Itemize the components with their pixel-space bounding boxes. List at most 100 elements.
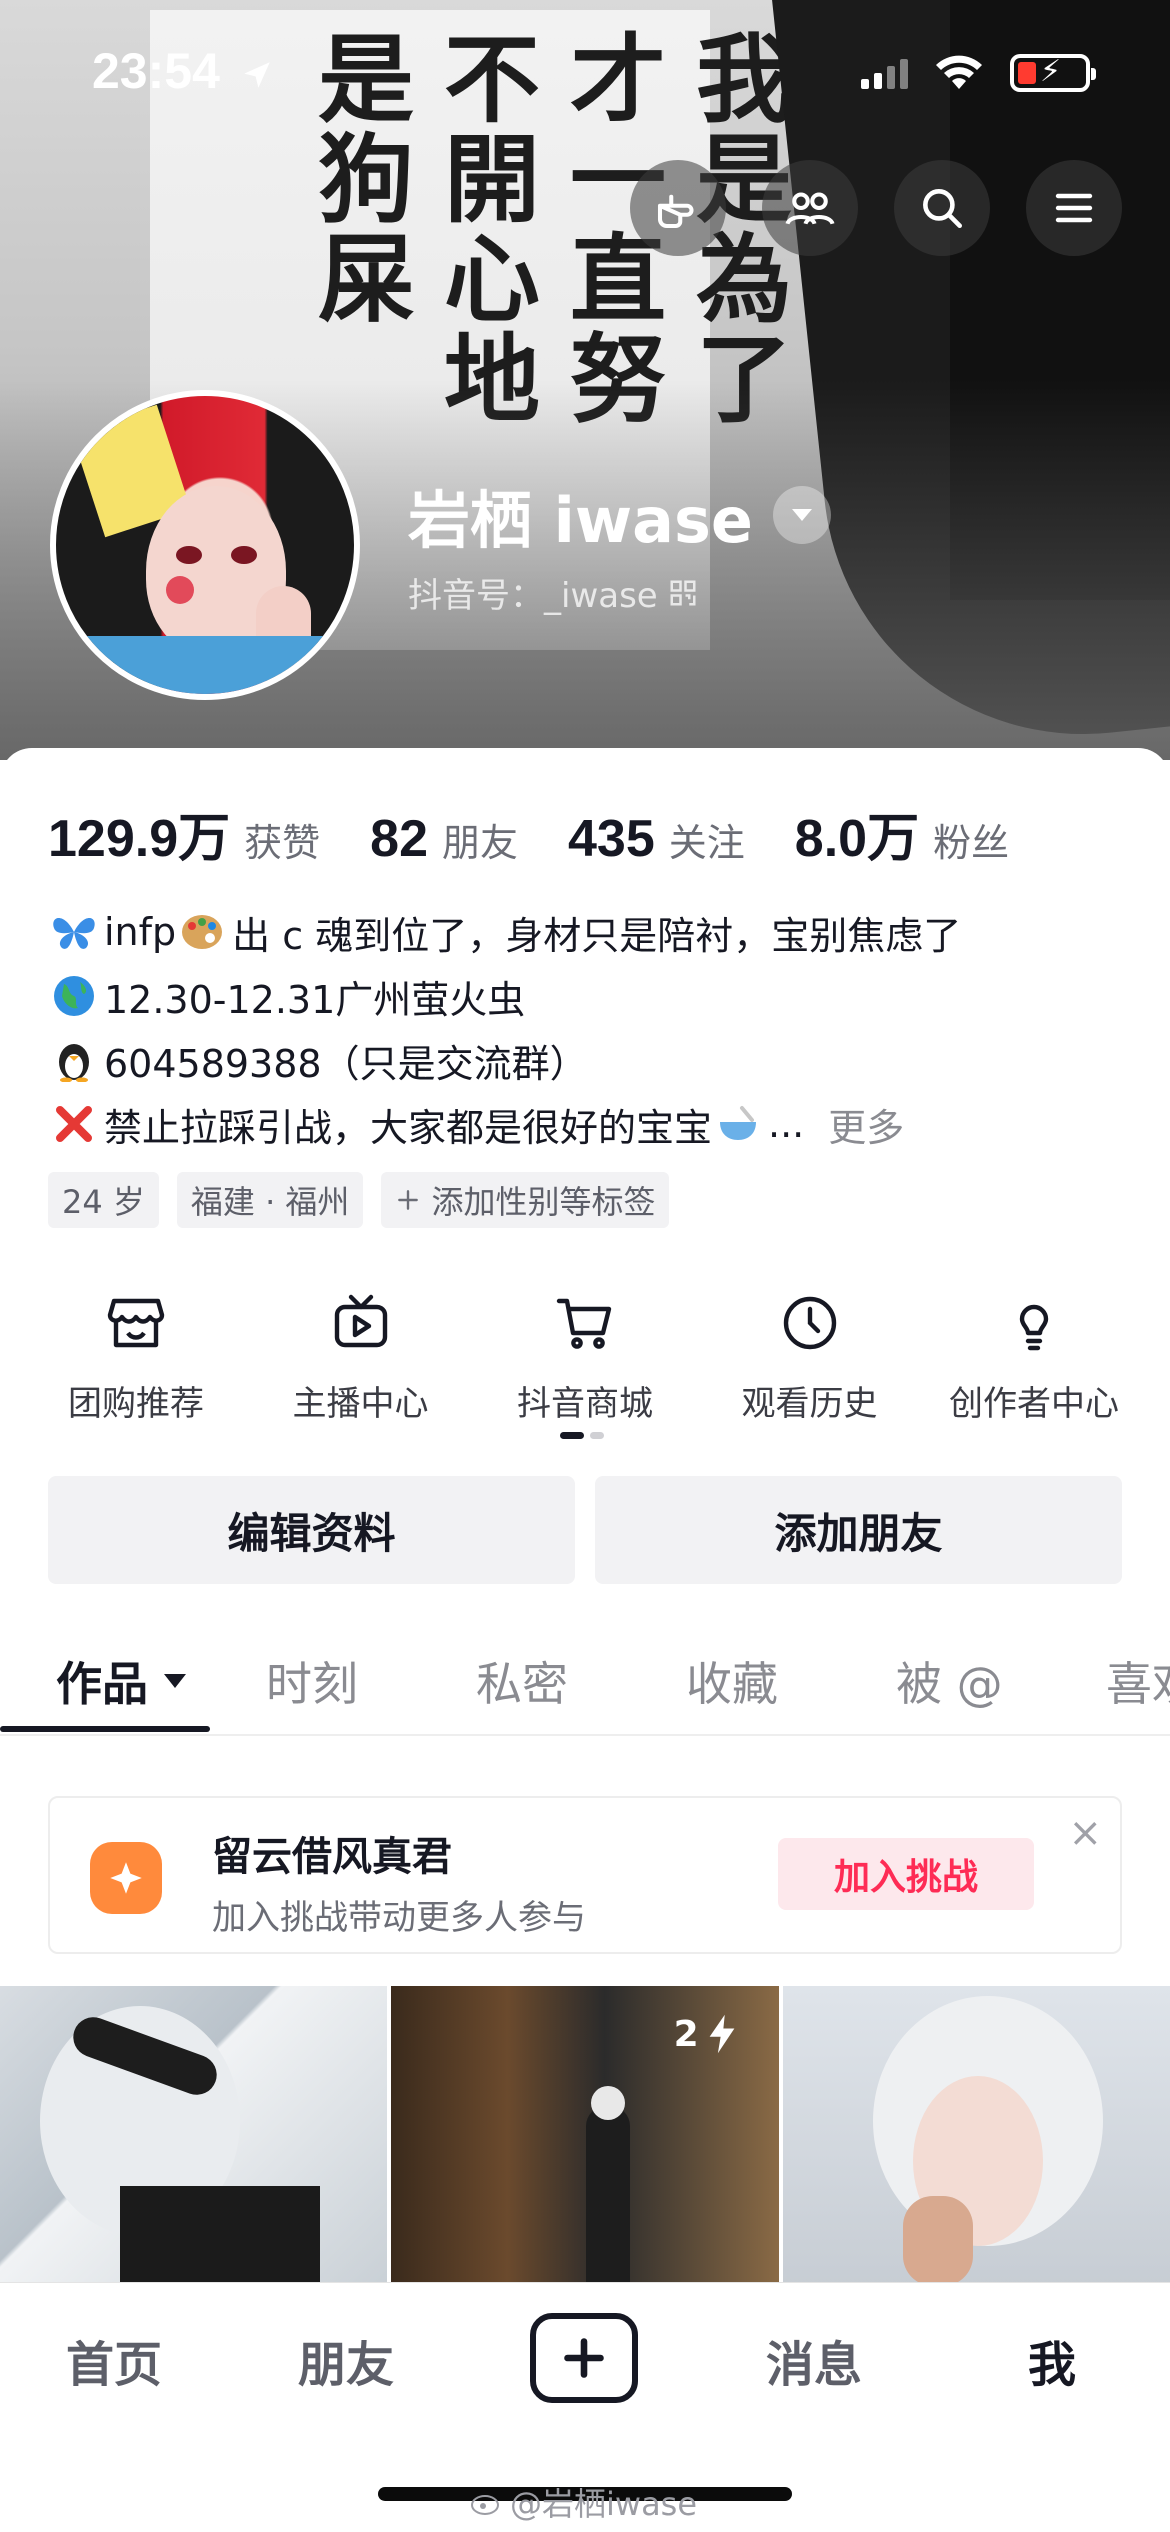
profile-tags: 24 岁 福建 · 福州 添加性别等标签 [48,1172,670,1228]
service-creator-center[interactable]: 创作者中心 [928,1288,1140,1425]
service-history[interactable]: 观看历史 [704,1288,916,1425]
tab-works[interactable]: 作品 [56,1648,188,1714]
bio-qq-group: 604589388（只是交流群） [104,1041,588,1086]
create-button[interactable] [530,2313,638,2403]
avatar[interactable] [50,390,360,700]
service-label: 主播中心 [292,1384,429,1424]
stat-followers[interactable]: 8.0万 粉丝 [795,796,1009,871]
bio-rules: 禁止拉踩引战，大家都是很好的宝宝 [104,1105,713,1150]
thumb-hand [902,2196,973,2286]
battery-level [1018,62,1036,84]
tab-likes[interactable]: 喜欢 [1106,1648,1170,1714]
active-tab-indicator [0,1726,210,1732]
bio-text: 出 c 魂到位了，身材只是陪衬，宝别焦虑了 [232,913,962,958]
bio-line: 禁止拉踩引战，大家都是很好的宝宝 ... 更多 [48,1092,1128,1156]
nav-home[interactable]: 首页 [66,2325,162,2395]
service-live-center[interactable]: 主播中心 [255,1288,467,1425]
lightning-icon [709,2014,735,2054]
tab-favorites[interactable]: 收藏 [686,1648,778,1714]
image-count-badge: 2 [674,2012,739,2056]
tab-private[interactable]: 私密 [476,1648,568,1714]
people-icon [785,192,835,225]
stat-label: 获赞 [244,821,321,865]
nav-friends[interactable]: 朋友 [298,2325,394,2395]
video-thumbnail[interactable]: 2 [391,1986,779,2286]
service-label: 团购推荐 [68,1384,204,1424]
shop-icon [101,1288,171,1358]
palette-icon [176,906,228,958]
stat-value: 435 [568,810,655,868]
douyin-id: 抖音号：_iwase [408,576,658,616]
service-label: 创作者中心 [949,1384,1119,1424]
menu-icon [1055,193,1093,223]
watermark: @岩栖iwase [470,2479,697,2525]
thumb-figure [586,2106,631,2286]
nav-messages[interactable]: 消息 [766,2325,862,2395]
lightbulb-icon [999,1288,1069,1358]
bio-ellipsis: ... [768,1102,805,1146]
visitor-button[interactable] [630,160,726,256]
nav-me[interactable]: 我 [1028,2325,1076,2395]
tab-mentions[interactable]: 被 @ [896,1648,1003,1714]
douyin-id-row[interactable]: 抖音号：_iwase [408,568,698,617]
tag-location: 福建 · 福州 [176,1172,364,1228]
qr-code-icon [670,580,696,605]
works-grid: 2 [0,1986,1170,2286]
watermark-text: @岩栖iwase [510,2485,698,2523]
cellular-signal-icon [861,57,908,89]
friends-button[interactable] [762,160,858,256]
wifi-icon [936,55,982,89]
stat-value: 8.0万 [794,810,920,868]
bio-line: infp 出 c 魂到位了，身材只是陪衬，宝别焦虑了 [48,900,1128,964]
content-tabs: 作品 时刻 私密 收藏 被 @ 喜欢 [0,1628,1170,1736]
clock-icon [775,1288,845,1358]
profile-panel: 129.9万 获赞 82 朋友 435 关注 8.0万 粉丝 infp 出 c … [0,748,1170,2288]
edit-profile-button[interactable]: 编辑资料 [48,1476,575,1584]
stat-value: 129.9万 [48,810,231,868]
profile-action-buttons: 编辑资料 添加朋友 [48,1476,1122,1584]
stat-likes[interactable]: 129.9万 获赞 [48,796,320,871]
tag-age: 24 岁 [48,1172,159,1228]
video-thumbnail[interactable] [782,1986,1170,2286]
tab-moments[interactable]: 时刻 [266,1648,358,1714]
bottom-nav: 首页 朋友 消息 我 @岩栖iwase [0,2282,1170,2532]
stats-row: 129.9万 获赞 82 朋友 435 关注 8.0万 粉丝 [48,796,1009,871]
service-label: 观看历史 [741,1384,878,1424]
account-switch-button[interactable] [772,486,831,544]
challenge-icon [90,1842,162,1914]
video-thumbnail[interactable] [0,1986,388,2286]
add-tag-button[interactable]: 添加性别等标签 [381,1172,670,1228]
challenge-subtitle: 加入挑战带动更多人参与 [212,1898,586,1938]
bio-more-link[interactable]: 更多 [828,1097,904,1152]
cart-icon [550,1288,620,1358]
stat-friends[interactable]: 82 朋友 [370,809,518,869]
service-mall[interactable]: 抖音商城 [479,1288,691,1425]
plus-icon [564,2338,604,2378]
menu-button[interactable] [1026,160,1122,256]
battery-icon: ⚡ [1010,54,1096,92]
service-group-buy[interactable]: 团购推荐 [30,1288,242,1425]
challenge-card[interactable]: 留云借风真君 加入挑战带动更多人参与 加入挑战 × [48,1796,1122,1954]
weibo-icon [471,2495,499,2515]
add-tag-label: 添加性别等标签 [431,1183,656,1221]
bio-line: 12.30-12.31广州萤火虫 [48,964,1128,1028]
close-icon[interactable]: × [1068,1810,1102,1856]
join-challenge-button[interactable]: 加入挑战 [778,1838,1034,1910]
clock-text: 23:54 [92,43,220,99]
add-friend-button[interactable]: 添加朋友 [595,1476,1122,1584]
globe-icon [48,970,100,1022]
image-count: 2 [673,2013,699,2055]
butterfly-icon [48,906,100,958]
search-button[interactable] [894,160,990,256]
avatar-eye [176,546,202,564]
stat-following[interactable]: 435 关注 [568,809,745,869]
tv-play-icon [326,1288,396,1358]
charging-bolt-icon: ⚡ [1040,54,1062,89]
pointing-hand-icon [657,194,694,229]
manga-char: 屎 [318,223,414,336]
status-bar: 23:54 ⚡ [0,0,1170,150]
bio[interactable]: infp 出 c 魂到位了，身材只是陪衬，宝别焦虑了 12.30-12.31广州… [48,900,1128,1156]
challenge-title: 留云借风真君 [212,1834,452,1880]
search-icon [923,189,962,228]
bio-mbti: infp [104,910,177,954]
